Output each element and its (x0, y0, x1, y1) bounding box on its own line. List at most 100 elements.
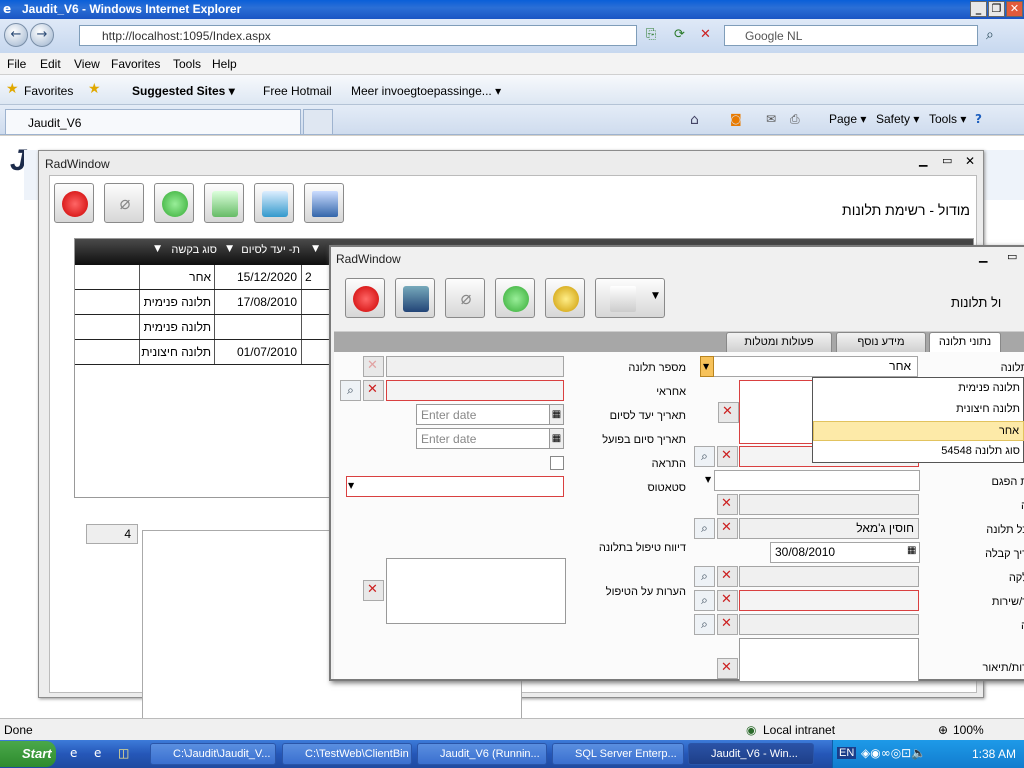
window-maximize-icon[interactable]: ▭ (942, 154, 952, 167)
clear-button[interactable] (363, 580, 384, 601)
close-button[interactable]: ✕ (1006, 1, 1023, 17)
window-minimize-icon[interactable]: ▁ (979, 250, 987, 263)
dropdown-option[interactable]: סוג תלונה 54548 (813, 442, 1024, 462)
dropdown-option-selected[interactable]: אחר (813, 421, 1024, 441)
save-button[interactable] (395, 278, 435, 318)
dropdown-option[interactable]: תלונה חיצונית (813, 400, 1024, 420)
lookup-icon[interactable]: ⌕ (694, 446, 715, 467)
tab-actions-tasks[interactable]: פעולות ומטלות (726, 332, 832, 352)
restore-button[interactable]: ❐ (988, 1, 1005, 17)
search-icon[interactable]: ⌕ (986, 27, 994, 43)
responsible-list[interactable] (739, 380, 815, 444)
lookup-icon[interactable]: ⌕ (340, 380, 361, 401)
alert-checkbox[interactable] (550, 456, 564, 470)
comment-button[interactable] (154, 183, 194, 223)
search-input[interactable]: Google NL (724, 25, 978, 46)
zoom-level[interactable]: 100% (953, 723, 984, 737)
mail-icon[interactable]: ✉ (766, 112, 776, 126)
pager-count[interactable]: 4 (86, 524, 138, 544)
add-favorite-icon[interactable]: ★ (88, 81, 101, 97)
minimize-button[interactable]: _ (970, 1, 987, 17)
refresh-icon[interactable]: ⟳ (674, 27, 685, 42)
comment-button[interactable] (495, 278, 535, 318)
menu-edit[interactable]: Edit (40, 57, 61, 71)
taskbar-item[interactable]: C:\Jaudit\Jaudit_V... (150, 743, 276, 765)
actual-end-date-input[interactable]: Enter date ▦ (416, 428, 564, 449)
feeds-icon[interactable]: ◙ (730, 112, 742, 126)
attach-button[interactable]: ⌀ (445, 278, 485, 318)
calendar-icon[interactable]: ▦ (907, 545, 916, 556)
filter-icon[interactable]: ▼ (223, 244, 233, 254)
target-end-date-input[interactable]: Enter date ▦ (416, 404, 564, 425)
status-select[interactable] (346, 476, 564, 497)
open-button[interactable] (254, 183, 294, 223)
attach-button[interactable]: ⌀ (104, 183, 144, 223)
chevron-down-icon[interactable]: ▼ (348, 481, 354, 490)
quicklaunch-outlook-icon[interactable]: ◫ (118, 746, 129, 760)
page-menu[interactable]: Page ▾ (829, 112, 866, 126)
taskbar-item-active[interactable]: Jaudit_V6 - Win... (688, 743, 814, 765)
clear-button[interactable] (717, 446, 738, 467)
window-titlebar[interactable]: e Jaudit_V6 - Windows Internet Explorer … (0, 0, 1024, 19)
clear-button[interactable] (717, 566, 738, 587)
filter-icon[interactable]: ▼ (309, 244, 319, 254)
new-tab-button[interactable] (303, 109, 333, 134)
person-field[interactable]: חוסין ג'מאל (739, 518, 919, 539)
help-icon[interactable]: ? (975, 112, 982, 126)
lookup-icon[interactable]: ⌕ (694, 566, 715, 587)
clear-button[interactable] (718, 402, 739, 423)
tools-menu[interactable]: Tools ▾ (929, 112, 966, 126)
quicklaunch-ie-icon[interactable]: e (94, 746, 101, 760)
receipt-date-input[interactable]: 30/08/2010 (770, 542, 920, 563)
menu-file[interactable]: File (7, 57, 26, 71)
language-indicator[interactable]: EN (837, 747, 857, 759)
complaint-type-combo[interactable]: אחר (700, 356, 918, 377)
window-minimize-icon[interactable]: ▁ (919, 154, 927, 167)
service-field[interactable] (739, 590, 919, 611)
complaint-type-dropdown-arrow[interactable]: ▼ (700, 356, 714, 377)
responsible-lookup-field[interactable] (386, 380, 564, 401)
print-icon[interactable]: ⎙ (790, 112, 800, 127)
safety-menu[interactable]: Safety ▾ (876, 112, 919, 126)
tab-complaint-data[interactable]: נתוני תלונה (929, 332, 1001, 352)
clear-button[interactable] (717, 658, 738, 679)
menu-tools[interactable]: Tools (173, 57, 201, 71)
description-textarea[interactable] (739, 638, 919, 682)
filter-icon[interactable]: ▼ (151, 244, 161, 254)
taskbar-item[interactable]: Jaudit_V6 (Runnin... (417, 743, 547, 765)
chart-button[interactable] (304, 183, 344, 223)
menu-favorites[interactable]: Favorites (111, 57, 160, 71)
window-maximize-icon[interactable]: ▭ (1007, 250, 1017, 263)
fav-suggested-sites[interactable]: Suggested Sites ▾ (132, 84, 235, 98)
window-close-icon[interactable]: ✕ (965, 154, 975, 168)
quicklaunch-ie-icon[interactable]: e (70, 746, 77, 760)
column-due-date[interactable]: ת- יעד לסיום (235, 244, 300, 256)
lookup-icon[interactable]: ⌕ (694, 518, 715, 539)
coins-button[interactable] (545, 278, 585, 318)
close-record-button[interactable] (54, 183, 94, 223)
back-icon[interactable]: ← (4, 23, 28, 47)
clear-button[interactable] (717, 494, 738, 515)
tab-additional-info[interactable]: מידע נוסף (836, 332, 926, 352)
zoom-icon[interactable]: ⊕ (938, 723, 948, 737)
compat-icon[interactable]: ⎘ (646, 27, 656, 42)
home-icon[interactable]: ⌂ (690, 112, 699, 128)
handling-notes-textarea[interactable] (386, 558, 566, 624)
clear-button[interactable] (717, 590, 738, 611)
dropdown-option[interactable]: תלונה פנימית (813, 379, 1024, 399)
clear-button[interactable] (363, 356, 384, 377)
export-button[interactable] (204, 183, 244, 223)
menu-help[interactable]: Help (212, 57, 237, 71)
tray-icon[interactable]: ◈◉∞◎⊡🔈 (861, 746, 926, 760)
cancel-button[interactable] (345, 278, 385, 318)
fav-addons[interactable]: Meer invoegtoepassinge... ▾ (351, 84, 501, 98)
fav-free-hotmail[interactable]: Free Hotmail (263, 84, 332, 98)
forward-icon[interactable]: → (30, 23, 54, 47)
taskbar-item[interactable]: SQL Server Enterp... (552, 743, 684, 765)
taskbar-item[interactable]: C:\TestWeb\ClientBin (282, 743, 412, 765)
start-button[interactable]: Start (0, 741, 56, 767)
clear-button[interactable] (717, 614, 738, 635)
clear-button[interactable] (717, 518, 738, 539)
tab-jaudit[interactable]: Jaudit_V6 (5, 109, 301, 134)
calendar-icon[interactable]: ▦ (549, 405, 563, 424)
